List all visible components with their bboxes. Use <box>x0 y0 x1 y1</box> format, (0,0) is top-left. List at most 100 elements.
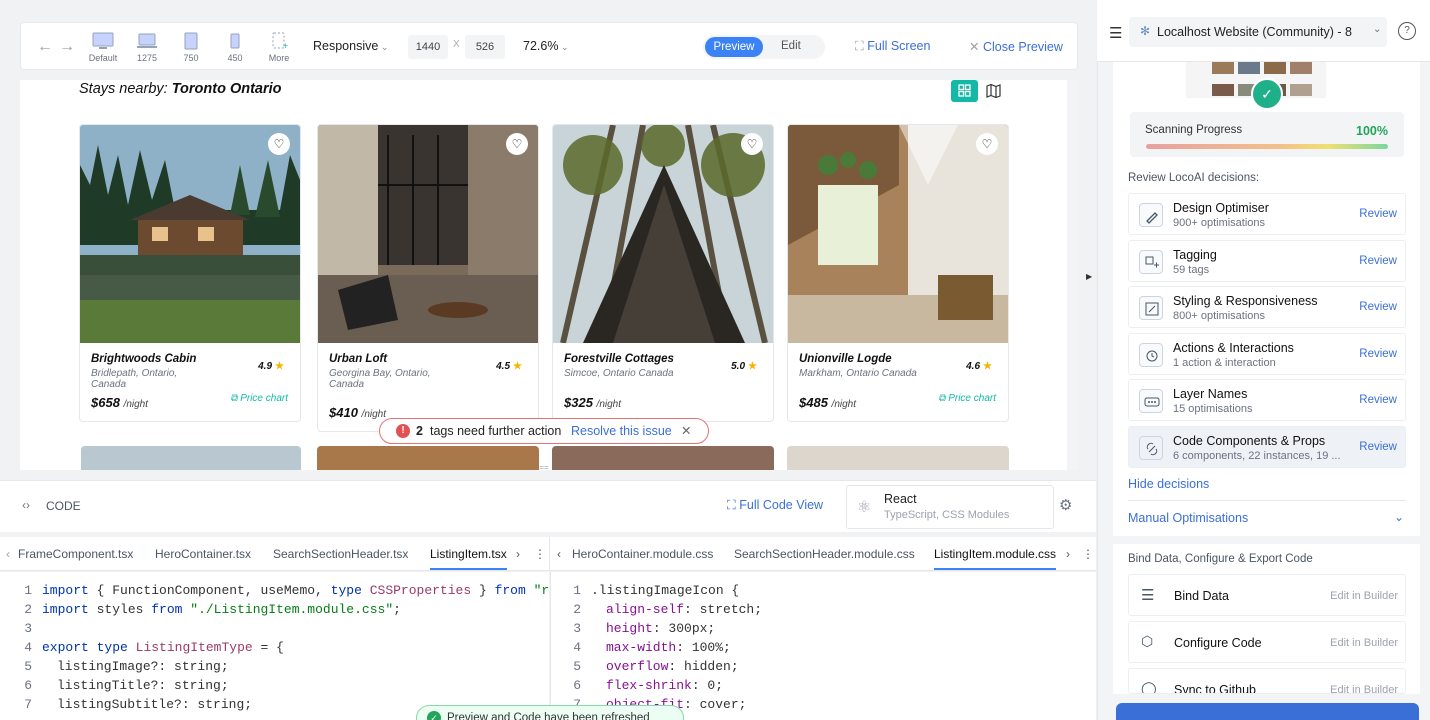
decision-actions-interactions[interactable]: Actions & Interactions 1 action & intera… <box>1128 333 1406 375</box>
divider <box>1128 500 1406 501</box>
review-button[interactable]: Review <box>1359 301 1397 313</box>
styling-icon <box>1139 296 1163 320</box>
tab-scroll-right-icon[interactable]: › <box>516 547 520 561</box>
star-icon: ★ <box>983 361 992 372</box>
listing-card[interactable]: ♡ Forestville Cottages Simcoe, Ontario C… <box>552 124 774 422</box>
listing-subtitle: Georgina Bay, Ontario, Canada <box>329 368 431 390</box>
device-more-button[interactable]: + More <box>261 23 297 71</box>
edit-in-builder-link[interactable]: Edit in Builder <box>1330 684 1398 693</box>
tab-frame-component[interactable]: FrameComponent.tsx <box>18 547 133 561</box>
favorite-heart-icon[interactable]: ♡ <box>741 133 763 155</box>
decision-tagging[interactable]: Tagging 59 tags Review <box>1128 240 1406 282</box>
css-code-editor[interactable]: 1 .listingImageIcon { 2 align-self: stretc… <box>550 572 1096 720</box>
scan-progress-card: Scanning Progress 100% <box>1130 112 1404 157</box>
tab-hero-container-css[interactable]: HeroContainer.module.css <box>572 547 713 561</box>
decision-code-components[interactable]: Code Components & Props 6 components, 22… <box>1128 426 1406 468</box>
decision-styling-responsiveness[interactable]: Styling & Responsiveness 800+ optimisati… <box>1128 286 1406 328</box>
listing-card[interactable]: ♡ Brightwoods Cabin Bridlepath, Ontario,… <box>79 124 301 422</box>
page-heading: Stays nearby: Toronto Ontario <box>79 81 282 97</box>
decision-design-optimiser[interactable]: Design Optimiser 900+ optimisations Revi… <box>1128 193 1406 235</box>
price-unit: /night <box>831 399 857 410</box>
link-icon <box>1139 436 1163 460</box>
height-input[interactable]: 526 <box>465 35 505 59</box>
hide-decisions-link[interactable]: Hide decisions <box>1128 477 1209 491</box>
width-input[interactable]: 1440 <box>408 35 448 59</box>
edit-in-builder-link[interactable]: Edit in Builder <box>1330 637 1398 649</box>
price-value: $485 <box>799 395 828 410</box>
tab-listing-item-css[interactable]: ListingItem.module.css <box>934 547 1057 570</box>
chevron-down-icon: ⌄ <box>1373 24 1382 35</box>
sync-github-item[interactable]: ◯ Sync to Github Edit in Builder <box>1128 668 1406 694</box>
framework-selector[interactable]: ⚛ React TypeScript, CSS Modules <box>846 485 1054 529</box>
tab-listing-item[interactable]: ListingItem.tsx <box>430 547 507 570</box>
review-heading: Review LocoAI decisions: <box>1128 172 1260 184</box>
hamburger-menu-icon[interactable]: ☰ <box>1109 24 1122 42</box>
decision-layer-names[interactable]: Layer Names 15 optimisations Review <box>1128 379 1406 421</box>
listing-rating: 4.5 ★ <box>496 361 522 372</box>
edit-in-builder-link[interactable]: Edit in Builder <box>1330 590 1398 602</box>
tablet-icon <box>184 32 198 50</box>
favorite-heart-icon[interactable]: ♡ <box>506 133 528 155</box>
tab-search-section-header-css[interactable]: SearchSectionHeader.module.css <box>734 547 915 561</box>
favorite-heart-icon[interactable]: ♡ <box>268 133 290 155</box>
full-code-view-button[interactable]: ⛶ Full Code View <box>727 498 823 513</box>
map-view-button[interactable] <box>980 80 1007 102</box>
tab-scroll-left-icon[interactable]: ‹ <box>557 547 561 561</box>
continue-button[interactable] <box>1116 703 1419 720</box>
expand-icon: ⛶ <box>727 498 740 512</box>
listing-rating: 4.9 ★ <box>258 361 284 372</box>
resolve-issue-link[interactable]: Resolve this issue <box>571 419 672 443</box>
tab-scroll-right-icon[interactable]: › <box>1066 547 1070 561</box>
gear-icon[interactable]: ⚙ <box>1059 496 1072 514</box>
review-button[interactable]: Review <box>1359 441 1397 453</box>
price-chart-link[interactable]: ⧉ Price chart <box>938 393 996 404</box>
preview-scrollbar[interactable] <box>1067 80 1078 470</box>
device-default-button[interactable]: Default <box>85 23 121 71</box>
back-arrow-icon[interactable]: ← <box>37 38 53 56</box>
configure-code-item[interactable]: ⬡ Configure Code Edit in Builder <box>1128 621 1406 663</box>
manual-optimisations-toggle[interactable]: Manual Optimisations <box>1128 511 1248 525</box>
forward-arrow-icon[interactable]: → <box>59 38 75 56</box>
tab-search-section-header[interactable]: SearchSectionHeader.tsx <box>273 547 408 561</box>
listing-card[interactable]: ♡ Unionville Logde Markham, Ontario Cana… <box>787 124 1009 422</box>
help-icon[interactable]: ? <box>1398 22 1416 40</box>
review-button[interactable]: Review <box>1359 255 1397 267</box>
website-preview: Stays nearby: Toronto Ontario ♡ Brightwo… <box>20 80 1078 470</box>
zoom-dropdown[interactable]: 72.6% ⌄ <box>523 39 569 53</box>
tsx-code-editor[interactable]: 1 import { FunctionComponent, useMemo, ty… <box>0 572 549 720</box>
bind-data-item[interactable]: ☰ Bind Data Edit in Builder <box>1128 574 1406 616</box>
price-chart-label: Price chart <box>240 393 288 404</box>
device-750-button[interactable]: 750 <box>173 23 209 71</box>
close-preview-button[interactable]: ✕ Close Preview <box>969 39 1063 54</box>
device-1275-button[interactable]: 1275 <box>129 23 165 71</box>
price-chart-link[interactable]: ⧉ Price chart <box>230 393 288 404</box>
zoom-value: 72.6% <box>523 39 559 53</box>
review-button[interactable]: Review <box>1359 348 1397 360</box>
review-button[interactable]: Review <box>1359 394 1397 406</box>
close-icon[interactable]: ✕ <box>681 419 691 443</box>
tab-hero-container[interactable]: HeroContainer.tsx <box>155 547 251 561</box>
chevron-down-icon[interactable]: ⌄ <box>1394 510 1404 524</box>
resize-handle-icon[interactable]: == <box>538 464 550 474</box>
full-screen-button[interactable]: ⛶ Full Screen <box>855 39 930 54</box>
responsive-dropdown[interactable]: Responsive ⌄ <box>313 39 388 53</box>
decision-title: Actions & Interactions <box>1173 341 1294 355</box>
check-circle-icon: ✓ <box>427 711 441 720</box>
review-button[interactable]: Review <box>1359 208 1397 220</box>
device-450-button[interactable]: 450 <box>217 23 253 71</box>
project-selector[interactable]: ✻ Localhost Website (Community) - 8 ⌄ <box>1129 17 1387 47</box>
listing-price: $485 /night <box>799 395 856 410</box>
tab-more-icon[interactable]: ⋮ <box>1082 547 1094 561</box>
decision-title: Code Components & Props <box>1173 434 1326 448</box>
tab-more-icon[interactable]: ⋮ <box>534 547 546 561</box>
decision-sub: 59 tags <box>1173 264 1210 276</box>
preview-toggle-button[interactable]: Preview <box>705 37 763 57</box>
tab-scroll-left-icon[interactable]: ‹ <box>6 547 10 561</box>
grid-view-button[interactable] <box>951 80 978 102</box>
favorite-heart-icon[interactable]: ♡ <box>976 133 998 155</box>
listing-card-partial <box>787 446 1009 470</box>
dimension-separator: X <box>453 39 460 50</box>
collapse-sidebar-icon[interactable]: ▶ <box>1086 272 1092 281</box>
edit-toggle-button[interactable]: Edit <box>781 40 801 52</box>
listing-card[interactable]: ♡ Urban Loft Georgina Bay, Ontario, Cana… <box>317 124 539 432</box>
